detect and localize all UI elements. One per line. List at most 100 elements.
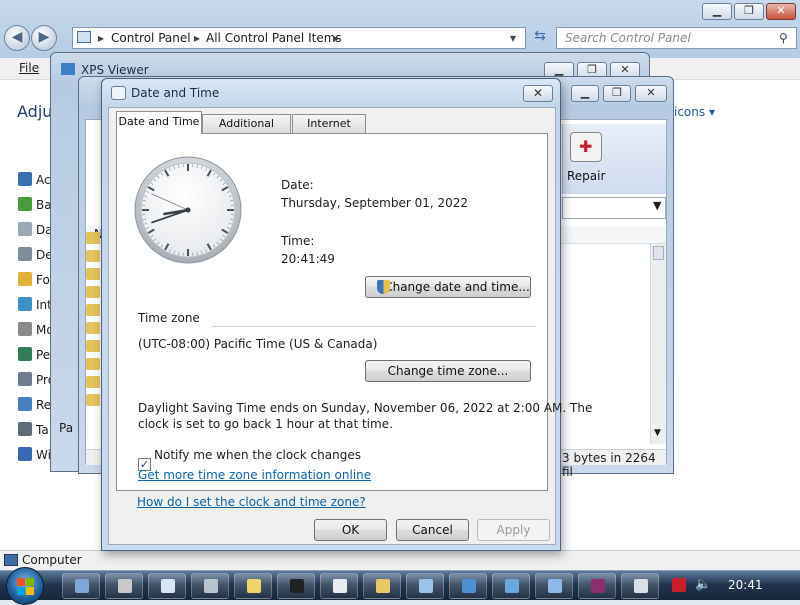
page-heading: Adju — [17, 102, 52, 121]
maximize-button[interactable]: ❐ — [603, 85, 631, 102]
taskbar-explorer-button[interactable] — [62, 573, 100, 599]
breadcrumb-control-panel[interactable]: Control Panel — [111, 28, 191, 48]
windows-logo-icon — [17, 578, 25, 586]
taskbar-control-panel-button[interactable] — [105, 573, 143, 599]
change-date-time-label: Change date and time... — [366, 280, 530, 294]
change-timezone-button[interactable]: Change time zone... — [365, 360, 531, 382]
search-placeholder: Search Control Panel — [557, 31, 691, 45]
taskbar-calculator-button[interactable] — [191, 573, 229, 599]
start-button[interactable] — [6, 567, 44, 605]
dropdown-arrow-icon: ▼ — [653, 199, 661, 212]
sidebar-item-label: Re — [36, 398, 51, 412]
sidebar-item[interactable]: Ba — [18, 197, 52, 212]
paint-icon — [247, 579, 261, 593]
folder-icon — [86, 268, 100, 280]
menu-file[interactable]: File — [19, 61, 39, 75]
tray-clock[interactable]: 20:41 — [728, 578, 763, 592]
sidebar-item[interactable]: Fo — [18, 272, 50, 287]
mouse-icon — [18, 322, 32, 336]
taskbar-archive-button[interactable] — [363, 573, 401, 599]
refresh-icon[interactable]: ⇆ — [530, 28, 550, 48]
time-label: Time: — [281, 234, 314, 248]
taskbar-cmd-button[interactable] — [277, 573, 315, 599]
computer-icon — [4, 554, 18, 566]
vertical-scrollbar[interactable]: ▼ — [650, 244, 666, 444]
minimize-button[interactable]: ▁ — [571, 85, 599, 102]
timezone-value: (UTC-08:00) Pacific Time (US & Canada) — [138, 337, 377, 351]
notify-label[interactable]: Notify me when the clock changes — [154, 448, 361, 462]
taskbar-remote-button[interactable] — [492, 573, 530, 599]
close-button[interactable]: ✕ — [766, 3, 796, 20]
close-button[interactable]: ✕ — [635, 85, 667, 102]
remote-icon — [505, 579, 519, 593]
sidebar-item[interactable]: Pe — [18, 347, 50, 362]
close-button[interactable]: ✕ — [523, 85, 553, 102]
taskbar-icon — [18, 422, 32, 436]
address-dropdown-icon[interactable]: ▾ — [510, 28, 516, 48]
folder-icon — [86, 376, 100, 388]
change-date-time-button[interactable]: Change date and time... — [365, 276, 531, 298]
path-dropdown[interactable]: ▼ — [562, 197, 666, 219]
taskbar-network-button[interactable] — [449, 573, 487, 599]
taskbar-mail-button[interactable] — [406, 573, 444, 599]
tab-additional-clocks[interactable]: Additional Clocks — [202, 114, 291, 133]
sidebar-item[interactable]: De — [18, 247, 53, 262]
sidebar-item[interactable]: Re — [18, 397, 51, 412]
search-input[interactable]: Search Control Panel ⚲ — [556, 27, 797, 49]
how-to-set-clock-link[interactable]: How do I set the clock and time zone? — [137, 495, 366, 509]
forward-button[interactable]: ▶ — [31, 25, 57, 51]
clock-center — [186, 208, 191, 213]
tab-date-and-time[interactable]: Date and Time — [116, 111, 202, 134]
taskbar-datetime-button[interactable] — [621, 573, 659, 599]
repair-icon[interactable]: ✚ — [570, 132, 602, 162]
apply-button[interactable]: Apply — [477, 519, 550, 541]
sidebar-item-label: Ac — [36, 173, 51, 187]
sidebar-item-label: Fo — [36, 273, 50, 287]
sidebar-item[interactable]: Ta — [18, 422, 49, 437]
minimize-button[interactable]: ▁ — [702, 3, 732, 20]
windows-update-icon — [18, 447, 32, 461]
search-icon[interactable]: ⚲ — [779, 28, 788, 48]
cancel-button[interactable]: Cancel — [396, 519, 469, 541]
internet-options-icon — [18, 297, 32, 311]
breadcrumb-all-items[interactable]: All Control Panel Items — [206, 28, 342, 48]
devices-icon — [18, 247, 32, 261]
fonts-icon — [18, 272, 32, 286]
repair-label[interactable]: Repair — [567, 169, 605, 183]
date-time-dialog: Date and Time ✕ Date and Time Additional… — [101, 78, 561, 551]
tray-volume-icon[interactable]: 🔈 — [695, 577, 711, 592]
time-value: 20:41:49 — [281, 252, 335, 266]
sidebar-item[interactable]: Da — [18, 222, 53, 237]
sidebar-item[interactable]: Mo — [18, 322, 54, 337]
address-bar[interactable]: ▸ Control Panel ▸ All Control Panel Item… — [72, 27, 526, 49]
dst-text-line2: clock is set to go back 1 hour at that t… — [138, 417, 393, 431]
view-by-label: icons — [674, 105, 705, 119]
action-center-icon — [18, 172, 32, 186]
folder-icon — [86, 232, 100, 244]
taskbar-media-button[interactable] — [535, 573, 573, 599]
taskbar-paint-button[interactable] — [234, 573, 272, 599]
dialog-title: Date and Time — [131, 86, 219, 100]
view-by-dropdown[interactable]: icons ▾ — [674, 105, 715, 119]
tray-network-icon[interactable] — [672, 578, 686, 592]
sidebar-item[interactable]: Int — [18, 297, 52, 312]
sidebar-item-label: Pe — [36, 348, 50, 362]
maximize-button[interactable]: ❐ — [734, 3, 764, 20]
scroll-down-icon[interactable]: ▼ — [654, 428, 661, 438]
scroll-thumb[interactable] — [653, 246, 664, 260]
status-bar: Computer — [0, 550, 800, 570]
cmd-icon — [290, 579, 304, 593]
more-timezone-info-link[interactable]: Get more time zone information online — [138, 468, 371, 482]
folder-icon — [86, 394, 100, 406]
taskbar-winrar-button[interactable] — [578, 573, 616, 599]
sidebar-item-label: Ta — [36, 423, 49, 437]
ok-button[interactable]: OK — [314, 519, 387, 541]
taskbar-document-button[interactable] — [320, 573, 358, 599]
back-button[interactable]: ◀ — [4, 25, 30, 51]
taskbar-notepad-button[interactable] — [148, 573, 186, 599]
date-time-icon — [111, 86, 126, 100]
sidebar-item[interactable]: Ac — [18, 172, 51, 187]
calculator-icon — [204, 579, 218, 593]
taskbar: 🔈 20:41 — [0, 570, 800, 600]
tab-internet-time[interactable]: Internet Time — [292, 114, 366, 133]
